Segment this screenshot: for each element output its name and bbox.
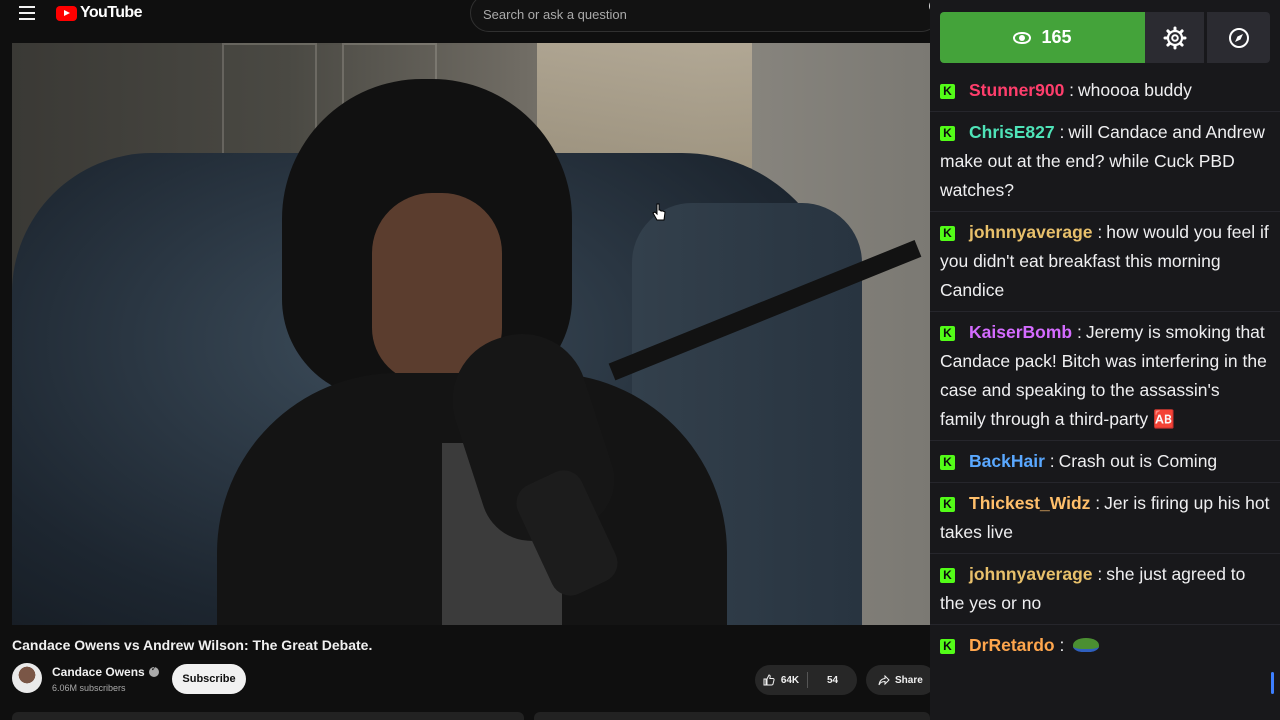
chat-colon: :	[1054, 122, 1065, 142]
channel-name-text[interactable]: Candace Owens	[52, 665, 145, 679]
youtube-logo-text: YouTube	[80, 4, 142, 21]
chat-message: K Thickest_Widz : Jer is firing up his hot…	[930, 483, 1280, 554]
video-wall-art	[537, 43, 752, 168]
subscribe-button[interactable]: Subscribe	[172, 664, 246, 694]
below-fold-card	[534, 712, 930, 720]
video-player[interactable]	[12, 43, 930, 625]
chat-username[interactable]: Stunner900	[969, 80, 1064, 100]
chat-message: K DrRetardo :	[930, 625, 1280, 666]
pepe-emote-icon	[1073, 638, 1100, 652]
chat-colon: :	[1092, 222, 1103, 242]
dislike-count: 54	[826, 674, 839, 686]
chat-username[interactable]: johnnyaverage	[969, 564, 1093, 584]
chat-message: K BackHair : Crash out is Coming	[930, 441, 1280, 483]
chat-scrollbar[interactable]	[1271, 672, 1274, 694]
subscriber-count: 6.06M subscribers	[52, 683, 126, 693]
chat-colon: :	[1072, 322, 1082, 342]
platform-badge-icon: K	[940, 497, 955, 512]
chat-message: Kjohnnyaverage : she just agreed to the y…	[930, 554, 1280, 625]
video-title: Candace Owens vs Andrew Wilson: The Grea…	[12, 637, 373, 653]
channel-name[interactable]: Candace Owens	[52, 664, 159, 679]
chat-message: Kjohnnyaverage : how would you feel if yo…	[930, 212, 1280, 312]
eye-icon	[1013, 31, 1032, 44]
platform-badge-icon: K	[940, 226, 955, 241]
chat-username[interactable]: KaiserBomb	[969, 322, 1072, 342]
chat-text: Crash out is Coming	[1058, 451, 1218, 471]
chat-message-list: K Stunner900 : whoooa buddy K ChrisE827 : wi…	[930, 70, 1280, 666]
chat-colon: :	[1092, 564, 1103, 584]
chat-colon: :	[1090, 493, 1101, 513]
chat-username[interactable]: johnnyaverage	[969, 222, 1093, 242]
share-label: Share	[895, 674, 923, 686]
verified-icon	[148, 664, 159, 677]
thumbs-up-icon	[763, 674, 775, 686]
gear-icon	[1163, 26, 1186, 49]
platform-badge-icon: K	[940, 126, 955, 141]
chat-colon: :	[1064, 80, 1075, 100]
platform-badge-icon: K	[940, 455, 955, 470]
settings-button[interactable]	[1145, 12, 1206, 63]
chat-message: K ChrisE827 : will Candace and Andrew make…	[930, 112, 1280, 212]
below-fold-card	[12, 712, 524, 720]
like-dislike-group: 64K 54	[755, 665, 857, 695]
youtube-topbar: YouTube Search or ask a question	[0, 0, 930, 32]
chat-colon: :	[1054, 635, 1070, 655]
like-button[interactable]: 64K	[755, 665, 807, 695]
youtube-logo[interactable]: YouTube	[56, 4, 142, 22]
chat-username[interactable]: DrRetardo	[969, 635, 1055, 655]
channel-avatar[interactable]	[12, 663, 42, 693]
hand-cursor-icon	[652, 203, 666, 221]
menu-icon[interactable]	[19, 6, 35, 20]
youtube-play-icon	[56, 5, 77, 21]
compass-icon	[1228, 27, 1249, 48]
platform-badge-icon: K	[940, 568, 955, 583]
viewer-count: 165	[1041, 27, 1072, 47]
chat-text: whoooa buddy	[1078, 80, 1192, 100]
platform-badge-icon: K	[940, 639, 955, 654]
chat-header: 165	[940, 12, 1270, 63]
chat-message: K KaiserBomb : Jeremy is smoking that Cand…	[930, 312, 1280, 441]
share-button[interactable]: Share	[866, 665, 930, 695]
chat-colon: :	[1044, 451, 1055, 471]
chat-username[interactable]: Thickest_Widz	[969, 493, 1090, 513]
chat-username[interactable]: BackHair	[969, 451, 1045, 471]
search-input[interactable]: Search or ask a question	[470, 0, 930, 32]
share-icon	[878, 674, 890, 685]
viewer-count-badge: 165	[940, 12, 1145, 63]
chat-overlay: 165 K Stunner900 : whoooa buddy K ChrisE…	[930, 0, 1280, 720]
chat-message: K Stunner900 : whoooa buddy	[930, 70, 1280, 112]
chat-username[interactable]: ChrisE827	[969, 122, 1055, 142]
platform-badge-icon: K	[940, 326, 955, 341]
search-placeholder: Search or ask a question	[483, 7, 627, 22]
like-count: 64K	[780, 674, 800, 686]
youtube-pane: YouTube Search or ask a question Candace…	[0, 0, 930, 720]
platform-badge-icon: K	[940, 84, 955, 99]
dislike-button[interactable]: 54	[808, 665, 857, 695]
popout-button[interactable]	[1207, 12, 1270, 63]
